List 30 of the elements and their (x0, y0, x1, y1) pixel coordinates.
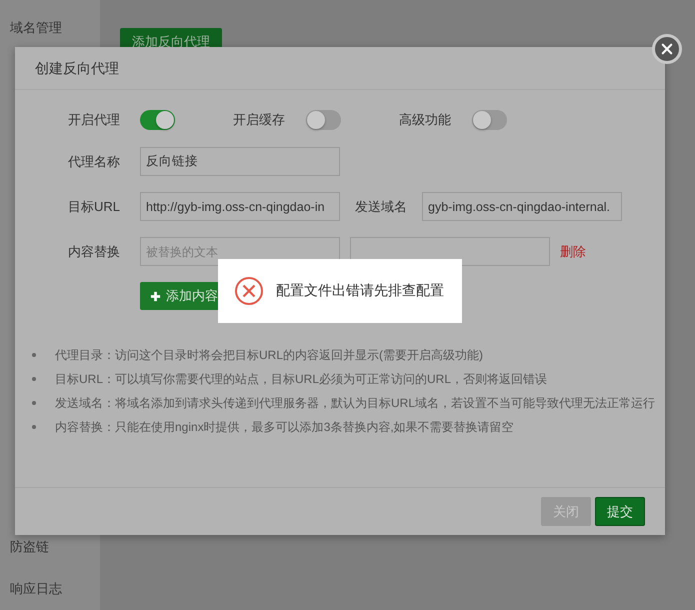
toggle-label: 开启缓存 (233, 111, 285, 129)
field-label: 代理名称 (67, 152, 120, 170)
delete-link[interactable]: 删除 (560, 242, 586, 260)
field-label: 发送域名 (355, 198, 407, 216)
bullet-icon (32, 353, 36, 357)
toggle-switch[interactable] (140, 110, 175, 130)
toggle-switch[interactable] (306, 110, 341, 130)
field-label: 内容替换 (67, 242, 120, 260)
note-text: 代理目录：访问这个目录时将会把目标URL的内容返回并显示(需要开启高级功能) (54, 347, 484, 364)
close-button[interactable] (652, 34, 682, 64)
plus-icon (150, 290, 161, 302)
toggle-label: 高级功能 (399, 111, 451, 129)
bullet-icon (32, 401, 36, 405)
toast-text: 配置文件出错请先排查配置 (276, 282, 444, 300)
field-label: 目标URL (66, 198, 120, 216)
note-text: 发送域名：将域名添加到请求头传递到代理服务器，默认为目标URL域名，若设置不当可能导致代理无法正常运行 (54, 395, 656, 412)
bullet-icon (32, 377, 36, 381)
error-icon (234, 276, 264, 306)
input-field[interactable]: gyb-img.oss-cn-qingdao-internal. (422, 192, 622, 221)
submit-button[interactable]: 提交 (595, 497, 645, 526)
toggle-label: 开启代理 (67, 111, 120, 129)
input-field[interactable]: 反向链接 (140, 147, 340, 176)
input-field[interactable]: http://gyb-img.oss-cn-qingdao-in (140, 192, 340, 221)
sidebar-item[interactable]: 域名管理 (0, 7, 100, 49)
sidebar-item[interactable]: 响应日志 (0, 568, 100, 610)
close-icon (660, 42, 674, 56)
note-text: 内容替换：只能在使用nginx时提供，最多可以添加3条替换内容,如果不需要替换请留空 (54, 419, 515, 436)
note-text: 目标URL：可以填写你需要代理的站点，目标URL必须为可正常访问的URL，否则将返回错误 (54, 371, 548, 388)
bullet-icon (32, 425, 36, 429)
toggle-switch[interactable] (472, 110, 507, 130)
